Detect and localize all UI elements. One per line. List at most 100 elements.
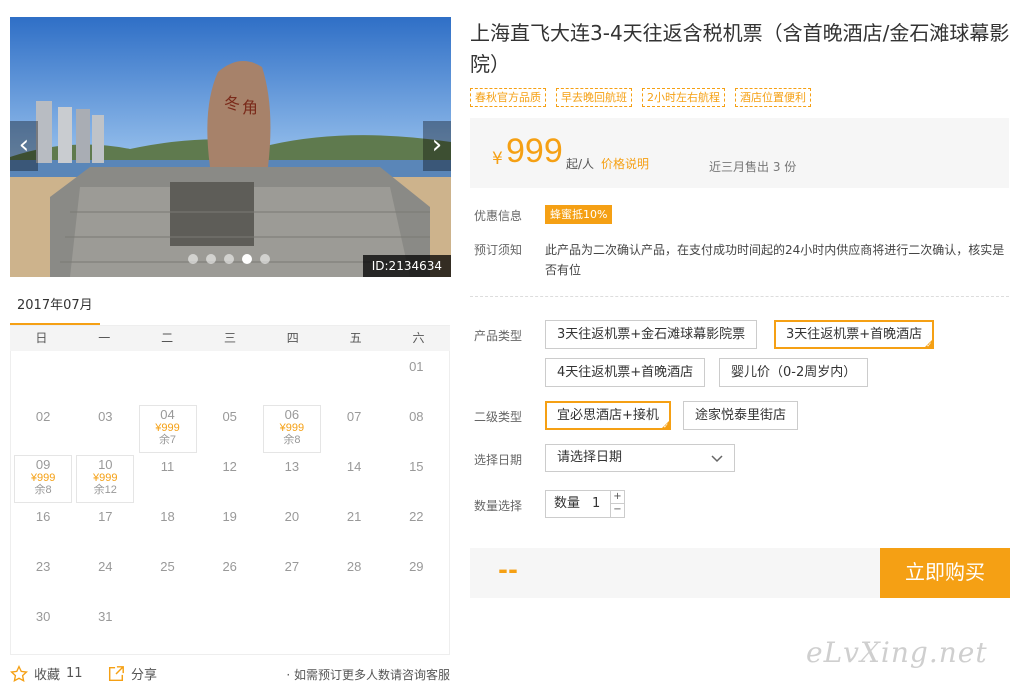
product-type-label: 产品类型 xyxy=(474,329,523,343)
subtype-option-2[interactable]: 途家悦泰里街店 xyxy=(683,401,799,430)
product-tag: 早去晚回航班 xyxy=(556,88,632,107)
calendar-day-number: 23 xyxy=(35,559,51,574)
notice-text: 此产品为二次确认产品，在支付成功时间起的24小时内供应商将进行二次确认，核实是否… xyxy=(545,243,1005,277)
product-tag: 酒店位置便利 xyxy=(735,88,811,107)
calendar-day: 24 xyxy=(76,555,134,603)
calendar-day-number: 27 xyxy=(284,559,300,574)
calendar-day-number: 14 xyxy=(346,459,362,474)
type-option-1[interactable]: 3天往返机票+金石滩球幕影院票 xyxy=(545,320,758,349)
calendar-day-number: 04 xyxy=(160,407,175,422)
type-option-2-label: 3天往返机票+首晚酒店 xyxy=(786,327,923,342)
calendar-weekday-header: 日一二三四五六 xyxy=(10,326,450,351)
calendar-day: 18 xyxy=(139,505,197,553)
calendar-day: 12 xyxy=(201,455,259,503)
calendar-day: 30 xyxy=(14,605,72,653)
calendar-day-available[interactable]: 10 ¥999 余12 xyxy=(76,455,135,503)
calendar-day: 05 xyxy=(201,405,259,453)
weekday-label: 五 xyxy=(349,331,362,345)
next-photo-button[interactable]: › xyxy=(423,121,451,171)
slide-dot[interactable] xyxy=(188,254,198,264)
calendar-day-number: 15 xyxy=(409,459,424,474)
price-unit: 起/人 xyxy=(566,157,595,171)
calendar-day-available[interactable]: 06 ¥999 余8 xyxy=(262,405,321,453)
buy-now-button[interactable]: 立即购买 xyxy=(880,548,1010,598)
calendar-day-price: ¥999 xyxy=(155,422,180,434)
calendar-day-number: 07 xyxy=(346,409,362,424)
product-tag: 春秋官方品质 xyxy=(470,88,546,107)
slide-dot[interactable] xyxy=(260,254,270,264)
weekday-label: 四 xyxy=(286,331,299,345)
calendar-day-number: 28 xyxy=(346,559,362,574)
calendar-day-number: 05 xyxy=(222,409,237,424)
calendar-day-number: 19 xyxy=(222,509,237,524)
slide-dot[interactable] xyxy=(224,254,234,264)
svg-text:冬: 冬 xyxy=(224,94,240,113)
calendar-day-number: 01 xyxy=(409,359,424,374)
product-title: 上海直飞大连3-4天往返含税机票（含首晚酒店/金石滩球幕影院） xyxy=(470,21,1010,76)
slide-dot[interactable] xyxy=(206,254,216,264)
calendar-day-price: ¥999 xyxy=(30,472,56,484)
calendar-day-available[interactable]: 04 ¥999 余7 xyxy=(138,405,197,453)
calendar-month-tab[interactable]: 2017年07月 xyxy=(10,294,100,326)
quantity-value[interactable]: 1 xyxy=(592,491,600,517)
check-icon: ✓ xyxy=(663,422,669,430)
calendar-day-number: 11 xyxy=(160,459,175,474)
weekday-label: 六 xyxy=(412,331,425,345)
total-price: -- xyxy=(498,556,518,584)
quantity-minus-button[interactable]: − xyxy=(610,504,624,517)
weekday-label: 二 xyxy=(161,331,174,345)
calendar-day-available[interactable]: 09 ¥999 余8 xyxy=(14,455,73,503)
calendar-day: 11 xyxy=(139,455,197,503)
calendar-day: 28 xyxy=(325,555,383,603)
consult-service-link[interactable]: · 如需预订更多人数请咨询客服 xyxy=(286,666,450,683)
action-bar: 收藏 11 分享 · 如需预订更多人数请咨询客服 xyxy=(10,664,450,686)
prev-photo-button[interactable]: ‹ xyxy=(10,121,38,171)
chevron-down-icon xyxy=(711,455,723,463)
type-option-4[interactable]: 婴儿价（0-2周岁内） xyxy=(719,358,869,387)
section-divider xyxy=(470,296,1009,297)
calendar-grid: 01 02 03 04 ¥999 余7 05 06 ¥999 余8 07 08 09 ¥999 余8 10 ¥9… xyxy=(10,351,450,655)
calendar-day: 27 xyxy=(263,555,321,603)
calendar-day-number: 25 xyxy=(160,559,175,574)
type-option-3[interactable]: 4天往返机票+首晚酒店 xyxy=(545,358,706,387)
calendar-day-number: 13 xyxy=(284,459,300,474)
calendar-day: 31 xyxy=(76,605,134,653)
date-select[interactable]: 请选择日期 xyxy=(545,444,735,472)
favorite-count: 11 xyxy=(66,666,83,681)
calendar-day: 03 xyxy=(76,405,134,453)
calendar-day: 01 xyxy=(387,355,445,403)
price-explain-link[interactable]: 价格说明 xyxy=(601,155,649,172)
calendar-day: 02 xyxy=(14,405,72,453)
calendar-day: 20 xyxy=(263,505,321,553)
quantity-label: 数量选择 xyxy=(474,499,523,513)
calendar-day: 17 xyxy=(76,505,134,553)
calendar-day-number: 03 xyxy=(98,409,113,424)
price-panel: ¥ 999 起/人 价格说明 近三月售出 3 份 xyxy=(470,118,1009,188)
weekday-label: 三 xyxy=(223,331,236,345)
calendar-day: 19 xyxy=(201,505,259,553)
calendar-day-number: 22 xyxy=(409,509,424,524)
star-icon xyxy=(10,664,28,682)
svg-text:角: 角 xyxy=(242,98,258,117)
photo-gallery[interactable]: 冬 角 ‹ › ID:2134634 xyxy=(10,17,451,277)
calendar-day-remaining: 余8 xyxy=(283,434,301,446)
price-currency: ¥ xyxy=(492,149,503,169)
slide-dot-active[interactable] xyxy=(242,254,252,264)
subtype-option-1-label: 宜必思酒店+接机 xyxy=(557,408,659,423)
share-button[interactable]: 分享 xyxy=(107,664,157,683)
calendar-day-number: 18 xyxy=(160,509,175,524)
product-tags: 春秋官方品质 早去晚回航班 2小时左右航程 酒店位置便利 xyxy=(470,88,811,107)
calendar-day-remaining: 余8 xyxy=(34,484,52,496)
subtype-option-1-selected[interactable]: 宜必思酒店+接机 ✓ xyxy=(545,401,671,430)
calendar-day-number: 29 xyxy=(409,559,424,574)
calendar-day-number: 02 xyxy=(35,409,51,424)
product-tag: 2小时左右航程 xyxy=(642,88,725,107)
date-select-value: 请选择日期 xyxy=(557,450,623,465)
favorite-button[interactable]: 收藏 11 xyxy=(10,664,83,683)
calendar-day-number: 21 xyxy=(346,509,362,524)
slide-indicator xyxy=(188,254,270,264)
calendar-day: 13 xyxy=(263,455,321,503)
date-label: 选择日期 xyxy=(474,453,523,467)
type-option-2-selected[interactable]: 3天往返机票+首晚酒店 ✓ xyxy=(774,320,935,349)
quantity-plus-button[interactable]: + xyxy=(610,491,624,504)
